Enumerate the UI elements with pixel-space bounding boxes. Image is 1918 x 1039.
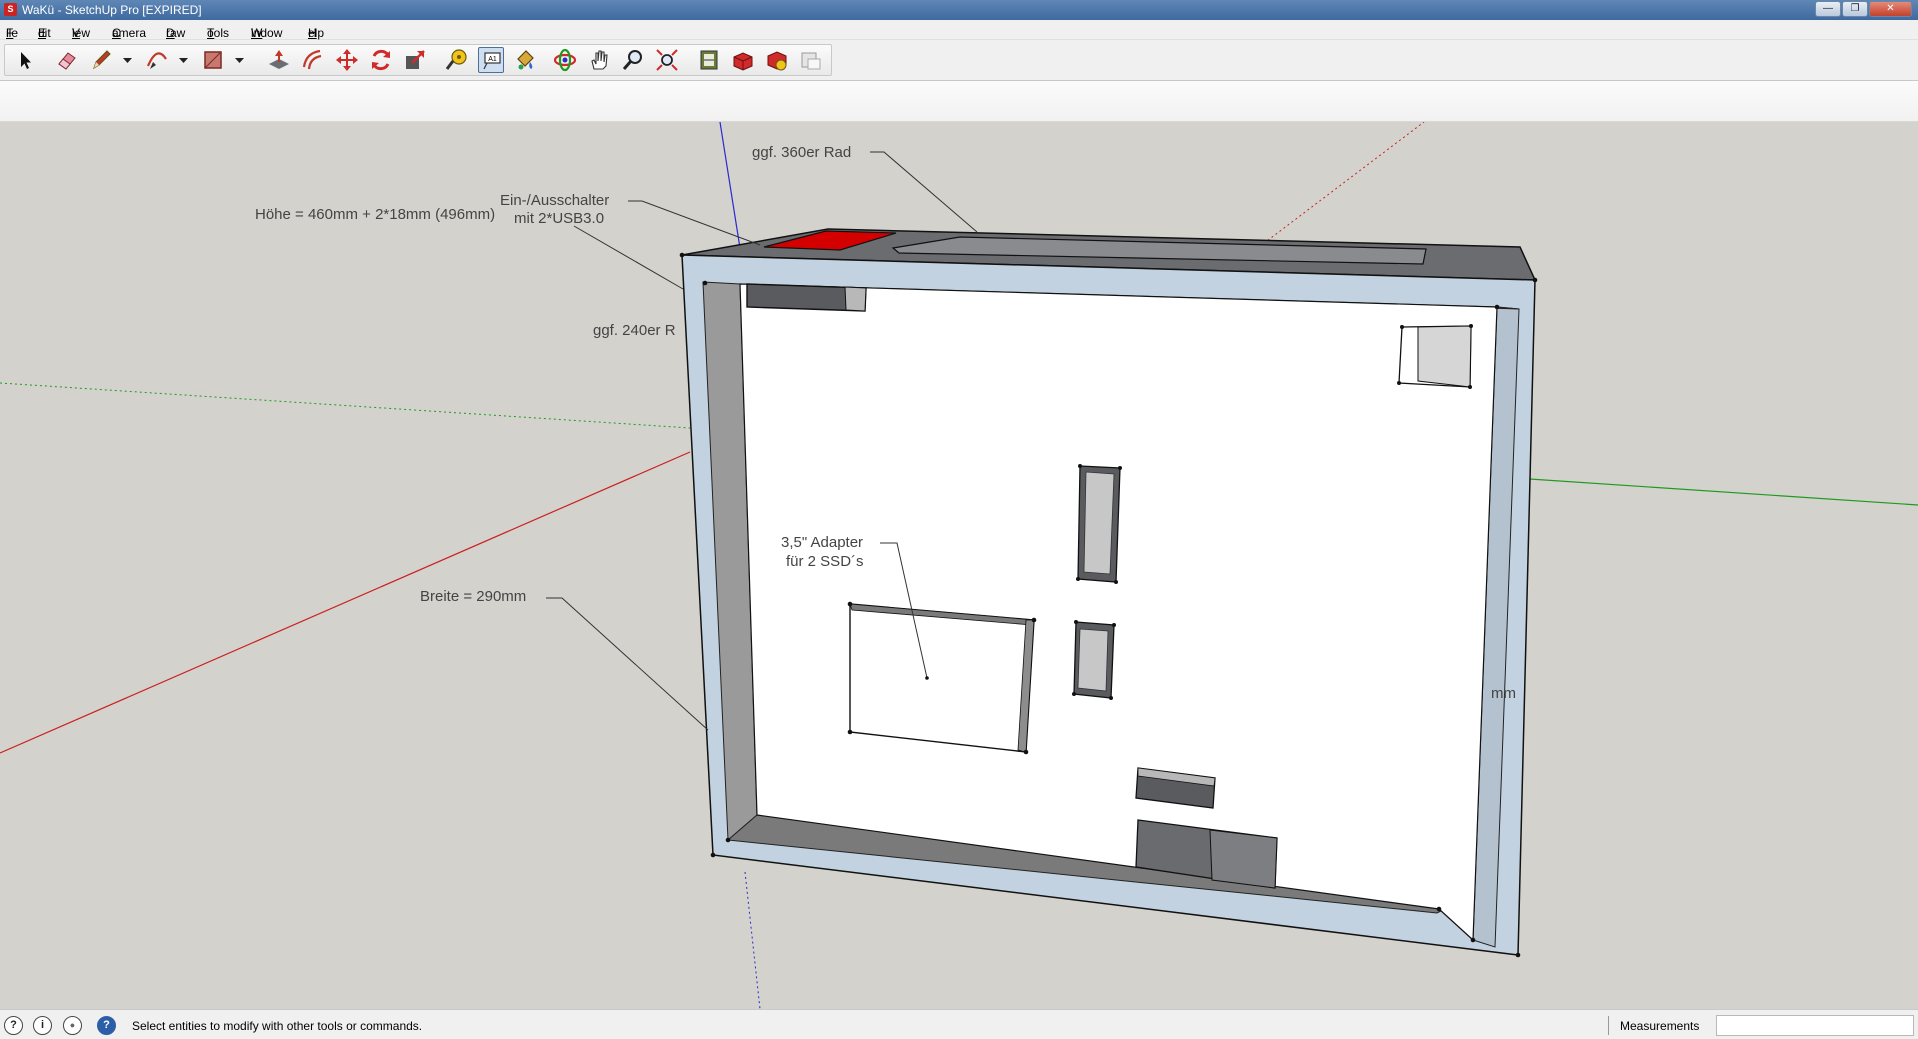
move-tool-button[interactable] — [334, 47, 360, 73]
model-viewport[interactable]: ggf. 360er Rad Ein-/Ausschalter mit 2*US… — [0, 122, 1918, 1009]
zoom-extents-tool-button[interactable] — [654, 47, 680, 73]
offset-tool-button[interactable] — [300, 47, 326, 73]
label-adapter-line2[interactable]: für 2 SSD´s — [786, 553, 864, 570]
zoom-tool-button[interactable] — [620, 47, 646, 73]
measurements-label: Measurements — [1620, 1019, 1700, 1033]
getting-started-toolbar: A1 — [0, 40, 1918, 81]
status-bar: ? i ● ? Select entities to modify with o… — [0, 1009, 1918, 1039]
pan-icon — [591, 50, 608, 70]
zoom-icon — [622, 50, 642, 70]
share-model-icon — [733, 52, 753, 71]
tape-measure-tool-button[interactable] — [444, 47, 470, 73]
label-switch-line2[interactable]: mit 2*USB3.0 — [514, 210, 604, 227]
label-adapter-line1[interactable]: 3,5" Adapter — [781, 534, 863, 551]
status-divider — [1608, 1016, 1609, 1035]
line-tool-button[interactable] — [88, 47, 114, 73]
select-tool-button[interactable] — [12, 47, 38, 73]
text-icon: A1 — [483, 52, 501, 70]
pencil-icon — [93, 50, 111, 70]
arc-tool-button[interactable] — [144, 47, 170, 73]
model-drawing[interactable] — [0, 122, 1918, 1009]
pan-tool-button[interactable] — [586, 47, 612, 73]
rotate-icon — [372, 49, 390, 71]
psu-cutout-face — [1209, 829, 1278, 889]
vertical-slot-bottom-face — [1077, 628, 1109, 692]
sketchup-logo-icon: S — [4, 3, 17, 16]
ssd-adapter-cutout[interactable] — [849, 603, 1035, 753]
layout-icon — [801, 52, 821, 70]
extension-warehouse-icon — [767, 51, 787, 71]
eraser-tool-button[interactable] — [54, 47, 80, 73]
menu-bar: File Edit View Camera Draw Tools Window … — [0, 20, 1918, 40]
io-shield-face — [1417, 325, 1472, 388]
label-depth-fragment[interactable]: mm — [1491, 685, 1516, 702]
blue-axis-dotted — [744, 871, 761, 1009]
credits-icon[interactable]: i — [33, 1016, 52, 1035]
title-bar: S WaKü - SketchUp Pro [EXPIRED] — ❐ ✕ — [0, 0, 1918, 20]
rotate-tool-button[interactable] — [368, 47, 394, 73]
layout-button[interactable] — [798, 47, 824, 73]
label-switch-line1[interactable]: Ein-/Ausschalter — [500, 192, 609, 209]
window-title: WaKü - SketchUp Pro [EXPIRED] — [22, 3, 202, 17]
zoom-extents-icon — [656, 49, 678, 71]
window-controls: — ❐ ✕ — [1814, 1, 1912, 18]
measurements-input[interactable] — [1716, 1015, 1914, 1036]
geo-location-icon[interactable]: ? — [4, 1016, 23, 1035]
line-dropdown-button[interactable] — [122, 47, 133, 73]
label-240-rad[interactable]: ggf. 240er R — [593, 322, 676, 339]
scale-icon — [406, 50, 425, 69]
rectangle-tool-button[interactable] — [200, 47, 226, 73]
3d-warehouse-button[interactable] — [696, 47, 722, 73]
svg-text:A1: A1 — [488, 56, 497, 63]
orbit-tool-button[interactable] — [552, 47, 578, 73]
user-icon[interactable]: ● — [63, 1016, 82, 1035]
blue-axis-line — [719, 122, 741, 249]
red-axis-line — [0, 451, 691, 754]
green-axis-line — [1499, 476, 1918, 506]
scale-tool-button[interactable] — [402, 47, 428, 73]
chevron-down-icon — [179, 58, 188, 63]
minimize-button[interactable]: — — [1815, 1, 1841, 17]
select-icon — [21, 52, 31, 69]
paint-bucket-tool-button[interactable] — [512, 47, 538, 73]
leader-width — [546, 597, 709, 731]
3d-warehouse-icon — [700, 50, 718, 70]
green-axis-dotted — [0, 382, 691, 429]
label-360-rad[interactable]: ggf. 360er Rad — [752, 144, 851, 161]
leader-rad360 — [870, 151, 978, 233]
status-message: Select entities to modify with other too… — [132, 1019, 423, 1033]
close-button[interactable]: ✕ — [1869, 1, 1912, 17]
paint-bucket-icon — [517, 50, 534, 70]
offset-icon — [302, 49, 322, 70]
chevron-down-icon — [123, 58, 132, 63]
eraser-icon — [58, 52, 76, 70]
leader-height — [573, 225, 684, 290]
label-width[interactable]: Breite = 290mm — [420, 588, 526, 605]
rectangle-icon — [204, 51, 222, 69]
label-height[interactable]: Höhe = 460mm + 2*18mm (496mm) — [255, 206, 495, 223]
share-model-button[interactable] — [730, 47, 756, 73]
tape-measure-icon — [445, 49, 467, 70]
arc-dropdown-button[interactable] — [178, 47, 189, 73]
help-icon[interactable]: ? — [97, 1016, 116, 1035]
arc-icon — [146, 52, 167, 69]
leader-switch — [628, 200, 761, 246]
rectangle-dropdown-button[interactable] — [234, 47, 245, 73]
top-left-cutout-face — [844, 286, 867, 312]
scene-tabs-bar — [0, 81, 1918, 122]
extension-warehouse-button[interactable] — [764, 47, 790, 73]
vertical-slot-top-face — [1083, 471, 1115, 575]
orbit-icon — [553, 48, 577, 72]
move-icon — [336, 49, 358, 71]
maximize-button[interactable]: ❐ — [1842, 1, 1868, 17]
push-pull-icon — [269, 50, 289, 69]
chevron-down-icon — [235, 58, 244, 63]
text-tool-button[interactable]: A1 — [478, 47, 504, 73]
push-pull-tool-button[interactable] — [266, 47, 292, 73]
